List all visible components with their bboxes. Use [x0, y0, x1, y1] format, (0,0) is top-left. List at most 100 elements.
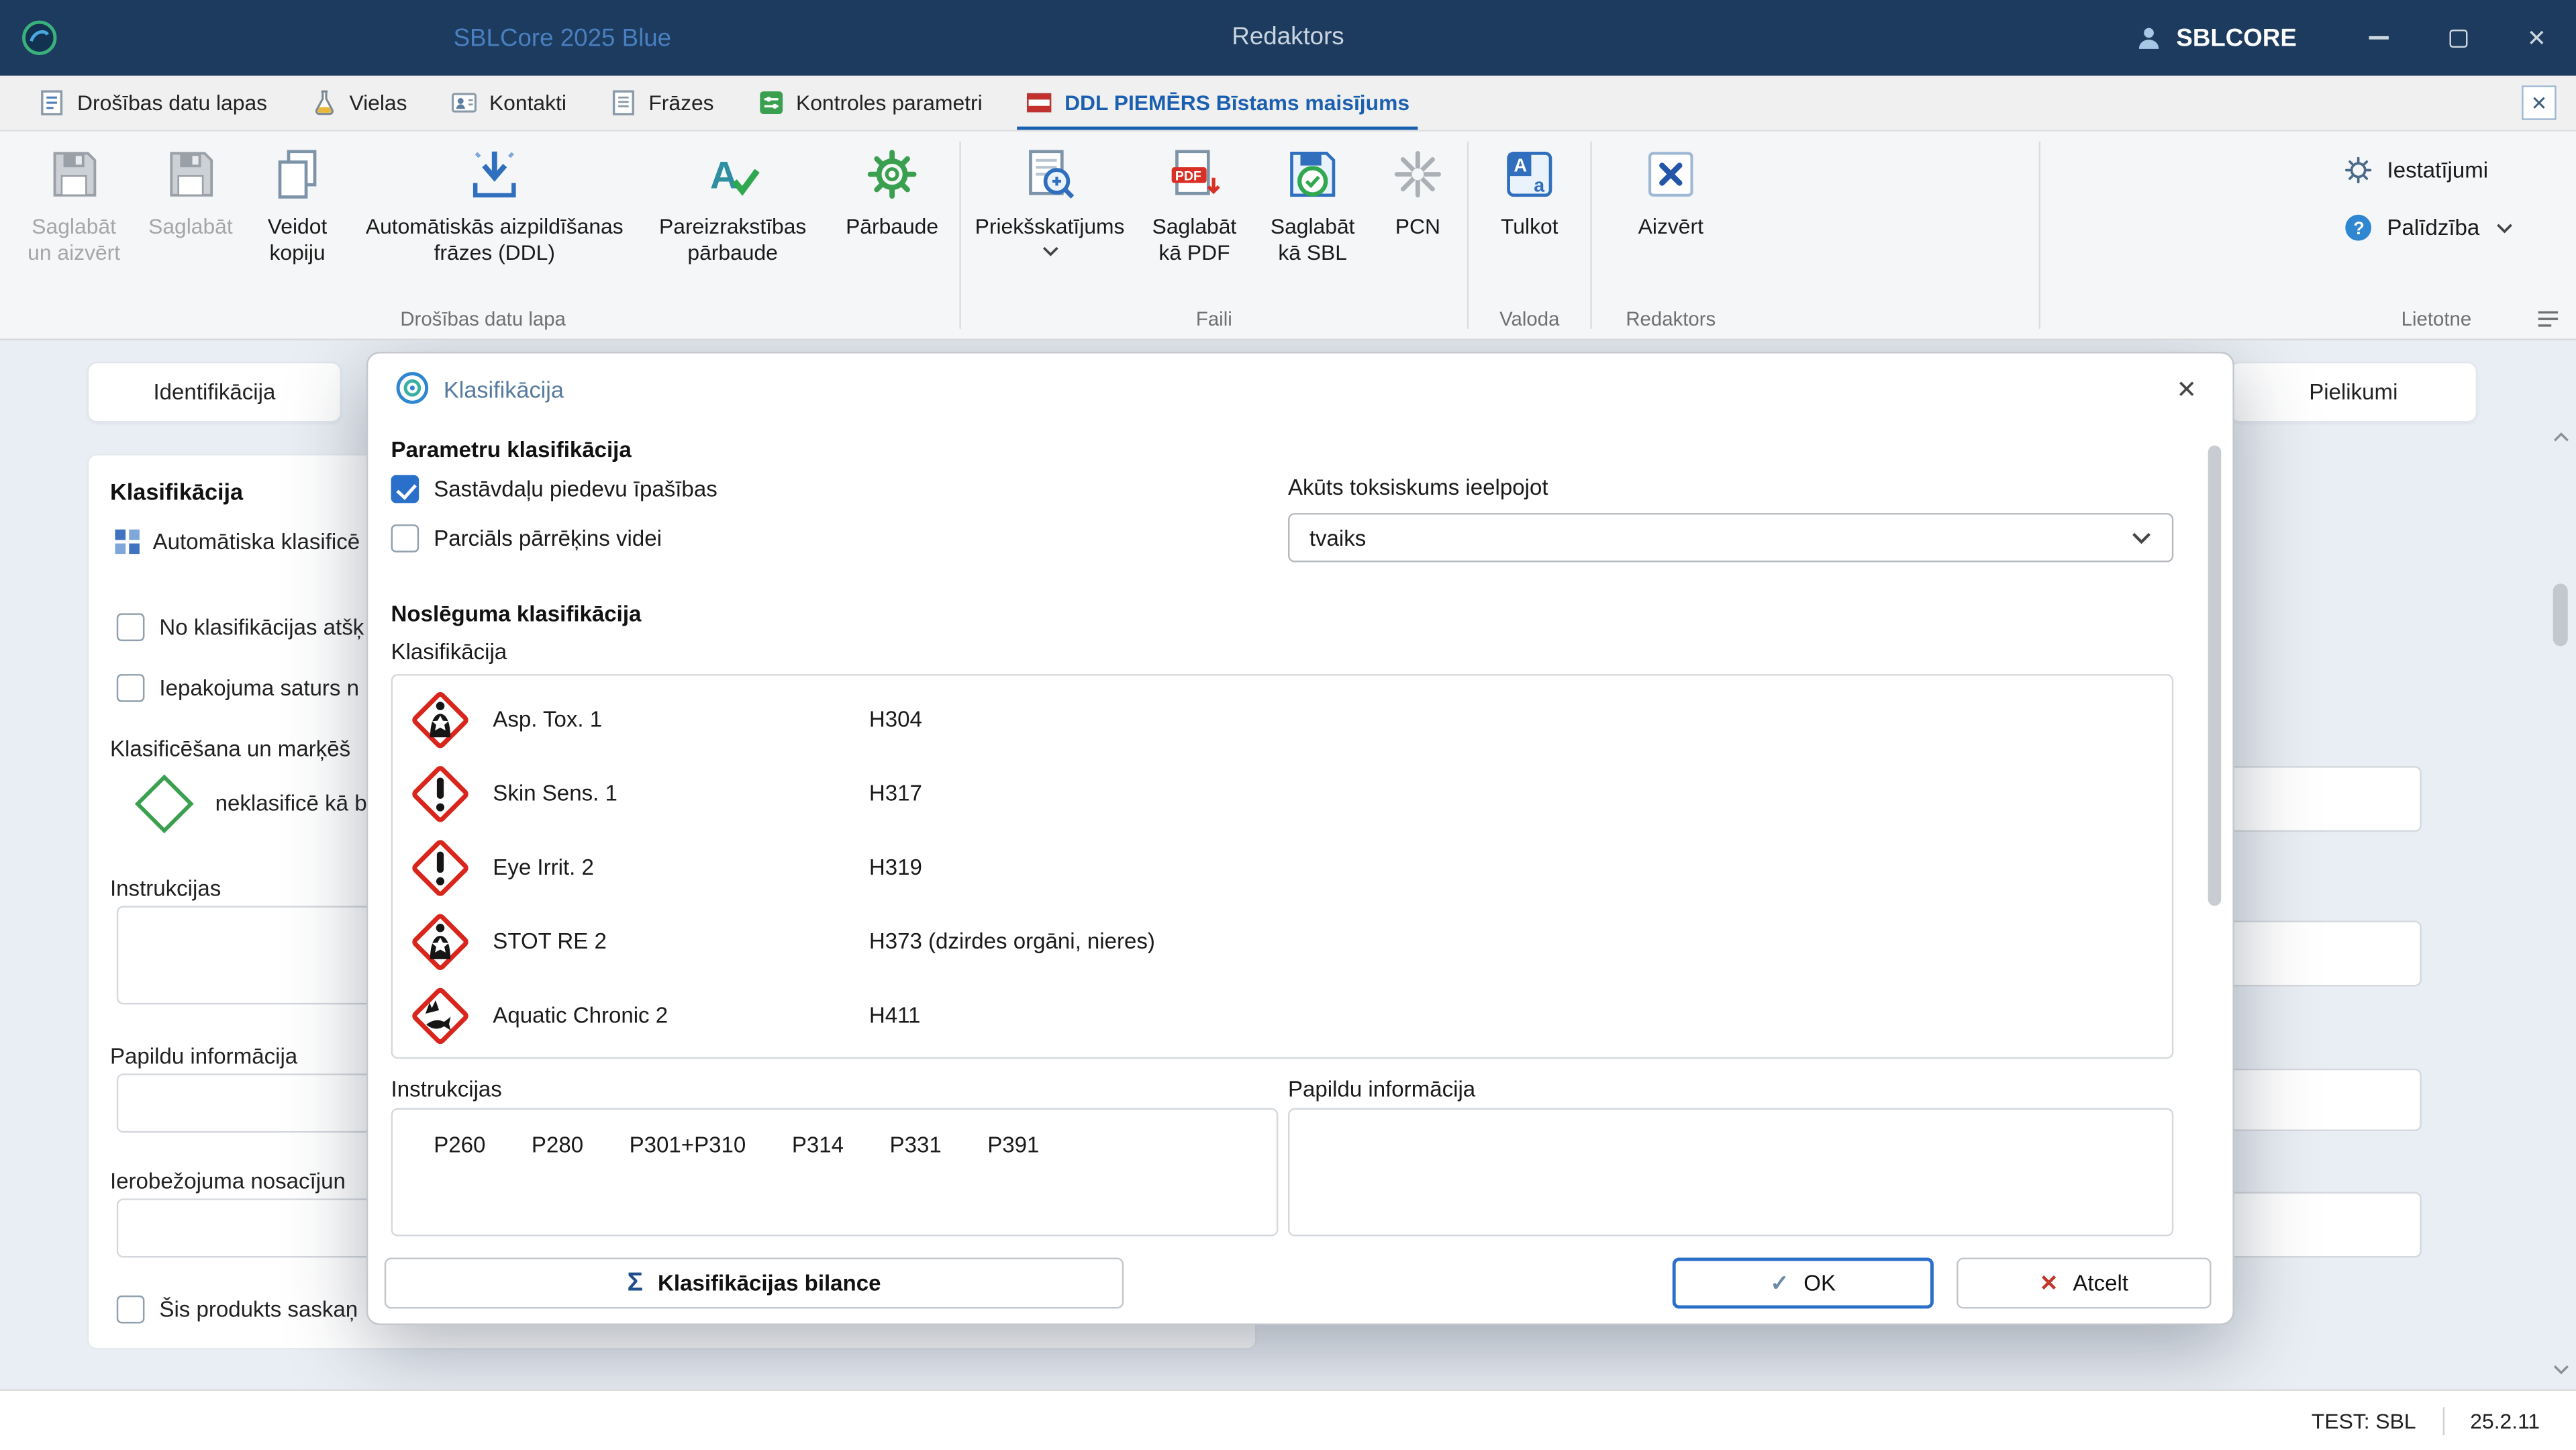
sigma-icon: Σ: [627, 1268, 644, 1297]
classification-row[interactable]: Asp. Tox. 1 H304: [393, 682, 2172, 756]
button-label: Aizvērt: [1638, 213, 1703, 239]
tab-contacts[interactable]: Kontakti: [428, 76, 587, 130]
dialog-scrollbar-thumb[interactable]: [2208, 445, 2222, 906]
checkbox-row-packaging[interactable]: Iepakojuma saturs n: [116, 674, 360, 702]
checkbox-row-additive[interactable]: Sastāvdaļu piedevu īpašības: [391, 475, 717, 503]
tab-sds-document-active[interactable]: DDL PIEMĒRS Bīstams maisījums: [1004, 76, 1431, 130]
auto-classification-item[interactable]: Automātiska klasificē: [113, 528, 360, 556]
checkbox-unchecked[interactable]: [116, 613, 145, 642]
floppy-disk-icon: [46, 146, 102, 202]
p-codes-field[interactable]: P260 P280 P301+P310 P314 P331 P391: [391, 1108, 1279, 1237]
close-window-button[interactable]: ✕: [2497, 0, 2576, 76]
close-editor-button[interactable]: Aizvērt: [1595, 132, 1746, 243]
restriction-label: Ierobežojuma nosacījun: [109, 1169, 346, 1194]
page-tab-attachments[interactable]: Pielikumi: [2229, 361, 2478, 423]
ribbon: Saglabāt un aizvērt Saglabāt Veidot kopi…: [0, 131, 2576, 340]
settings-button[interactable]: Iestatījumi: [2336, 142, 2563, 199]
checkbox-row-product[interactable]: Šis produkts saskaņ: [116, 1295, 358, 1324]
autofill-phrases-button[interactable]: Automātiskās aizpildīšanas frāzes (DDL): [352, 132, 638, 269]
dialog-close-button[interactable]: ✕: [2167, 370, 2207, 409]
statusbar: TEST: SBL 25.2.11: [0, 1389, 2576, 1450]
page-tab-identification[interactable]: Identifikācija: [87, 361, 342, 423]
panel-title: Klasifikācija: [109, 478, 244, 505]
acute-toxicity-dropdown[interactable]: tvaiks: [1287, 513, 2174, 563]
checkbox-unchecked[interactable]: [391, 524, 419, 552]
button-label: Saglabāt: [148, 213, 233, 239]
maximize-button[interactable]: [2418, 0, 2497, 76]
check-button[interactable]: Pārbaude: [828, 132, 956, 243]
checkbox-checked[interactable]: [391, 475, 419, 503]
close-tab-button[interactable]: ✕: [2522, 85, 2557, 120]
floppy-disk-icon: [162, 146, 218, 202]
checkbox-label: Sastāvdaļu piedevu īpašības: [434, 477, 717, 501]
additional-info-field[interactable]: [1287, 1108, 2174, 1237]
button-label: Iestatījumi: [2387, 158, 2489, 183]
classification-row[interactable]: Skin Sens. 1 H317: [393, 757, 2172, 830]
chevron-down-icon: [2496, 221, 2514, 234]
p-code: P260: [434, 1132, 486, 1158]
additional-info-label: Papildu informācija: [109, 1044, 298, 1069]
close-icon: ✕: [2526, 23, 2546, 50]
save-as-sbl-button[interactable]: Saglabāt kā SBL: [1254, 132, 1372, 269]
preview-button[interactable]: Priekšskatījums: [964, 132, 1136, 261]
download-arrow-icon: [466, 146, 522, 202]
ok-button[interactable]: ✓ OK: [1672, 1257, 1934, 1309]
checkbox-row-diff[interactable]: No klasifikācijas atšķ: [116, 613, 364, 642]
classification-hcode: H317: [869, 781, 922, 806]
minimize-button[interactable]: [2340, 0, 2418, 76]
classification-balance-button[interactable]: Σ Klasifikācijas bilance: [384, 1257, 1124, 1309]
checkbox-unchecked[interactable]: [116, 1295, 145, 1324]
classification-row[interactable]: Eye Irrit. 2 H319: [393, 830, 2172, 904]
make-copy-button[interactable]: Veidot kopiju: [243, 132, 352, 269]
floppy-sync-icon: [1285, 146, 1340, 202]
scroll-up-arrow[interactable]: [2550, 426, 2571, 447]
button-label: PCN: [1395, 213, 1440, 239]
translate-button[interactable]: Tulkot: [1472, 132, 1587, 243]
spellcheck-button[interactable]: Pareizrakstības pārbaude: [638, 132, 828, 269]
checkbox-row-partial[interactable]: Parciāls pārrēķins videi: [391, 524, 662, 552]
blue-x-icon: [1643, 146, 1699, 202]
ribbon-group-label-sds: Drošības datu lapa: [400, 307, 566, 331]
scroll-down-arrow[interactable]: [2550, 1358, 2571, 1380]
main-scrollbar[interactable]: [2550, 426, 2571, 1379]
acute-toxicity-label: Akūts toksiskums ieelpojot: [1287, 475, 1548, 500]
p-code: P331: [889, 1132, 942, 1158]
p-code: P301+P310: [629, 1132, 746, 1158]
save-and-close-button[interactable]: Saglabāt un aizvērt: [10, 132, 138, 269]
checkbox-label: Iepakojuma saturs n: [159, 675, 360, 701]
scrollbar-thumb[interactable]: [2553, 583, 2568, 646]
button-label: Veidot kopiju: [267, 213, 328, 264]
help-button[interactable]: Palīdzība: [2336, 199, 2563, 256]
checkbox-unchecked[interactable]: [116, 674, 145, 702]
tab-substances[interactable]: Vielas: [289, 76, 429, 130]
ghs09-environment-icon: [409, 984, 471, 1047]
classification-row[interactable]: STOT RE 2 H373 (dzirdes orgāni, nieres): [393, 904, 2172, 978]
app-logo-icon: [19, 18, 59, 58]
classification-hcode: H411: [869, 1002, 921, 1028]
save-as-pdf-button[interactable]: Saglabāt kā PDF: [1135, 132, 1253, 269]
tab-phrases[interactable]: Frāzes: [588, 76, 736, 130]
ribbon-separator: [2038, 141, 2041, 329]
classification-row[interactable]: Aquatic Chronic 2 H411: [393, 978, 2172, 1052]
cancel-button[interactable]: ✕ Atcelt: [1956, 1257, 2212, 1309]
tab-control-parameters[interactable]: Kontroles parametri: [735, 76, 1003, 130]
user-icon: [2134, 23, 2163, 52]
ghs08-health-hazard-icon: [409, 688, 471, 751]
button-label: Tulkot: [1501, 213, 1558, 239]
checkbox-label: Šis produkts saskaņ: [159, 1297, 358, 1322]
checkbox-label: Parciāls pārrēķins videi: [434, 526, 662, 551]
dialog-scrollbar[interactable]: [2208, 429, 2222, 1300]
tab-label: Kontroles parametri: [795, 90, 983, 115]
pcn-button[interactable]: PCN: [1372, 132, 1464, 243]
menu-lines-icon: [2536, 309, 2559, 328]
flask-icon: [310, 89, 338, 117]
save-button[interactable]: Saglabāt: [138, 132, 244, 243]
pdf-document-icon: [1167, 146, 1222, 202]
button-label: Saglabāt un aizvērt: [28, 213, 121, 264]
button-label: OK: [1803, 1271, 1836, 1296]
nav-tabbar: Drošības datu lapas Vielas Kontakti Frāz…: [0, 75, 2576, 132]
user-menu[interactable]: SBLCORE: [2134, 23, 2297, 52]
test-mode-label: TEST: SBL: [2311, 1408, 2416, 1433]
tab-safety-data-sheets[interactable]: Drošības datu lapas: [16, 76, 288, 130]
statusbar-divider: [2442, 1406, 2444, 1435]
